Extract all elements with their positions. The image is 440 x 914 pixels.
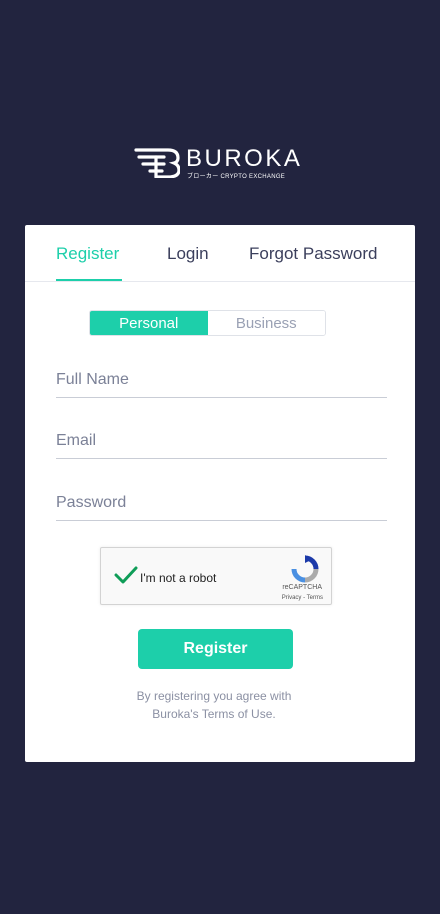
checkmark-icon[interactable]	[114, 565, 138, 585]
email-input[interactable]	[56, 419, 387, 458]
personal-option[interactable]: Personal	[90, 311, 208, 335]
brand-name: BUROKA	[186, 145, 303, 172]
register-button[interactable]: Register	[138, 629, 293, 669]
recaptcha-links[interactable]: Privacy - Terms	[282, 595, 323, 601]
password-input[interactable]	[56, 481, 387, 520]
tab-forgot-password[interactable]: Forgot Password	[249, 244, 378, 264]
full-name-input[interactable]	[56, 358, 387, 397]
password-field	[56, 481, 387, 521]
tab-register[interactable]: Register	[56, 244, 119, 264]
auth-card: Register Login Forgot Password Personal …	[25, 225, 415, 762]
full-name-field	[56, 358, 387, 398]
recaptcha-label: I'm not a robot	[140, 571, 217, 585]
recaptcha-logo-icon	[291, 555, 319, 583]
tab-login[interactable]: Login	[167, 244, 209, 264]
terms-notice: By registering you agree with Buroka's T…	[25, 687, 403, 723]
page: BUROKA ブローカー CRYPTO EXCHANGE Register Lo…	[0, 0, 440, 914]
active-tab-indicator	[56, 279, 122, 281]
brand-logo: BUROKA ブローカー CRYPTO EXCHANGE	[134, 146, 314, 180]
account-type-toggle: Personal Business	[89, 310, 326, 336]
auth-tabs: Register Login Forgot Password	[25, 225, 415, 282]
recaptcha-brand: reCAPTCHA	[282, 584, 322, 591]
recaptcha-widget: I'm not a robot reCAPTCHA Privacy - Term…	[100, 547, 332, 605]
brand-tagline: ブローカー CRYPTO EXCHANGE	[187, 174, 286, 180]
terms-line-1: By registering you agree with	[136, 689, 292, 703]
wing-logo-icon	[134, 148, 180, 178]
business-option[interactable]: Business	[207, 311, 325, 335]
email-field	[56, 419, 387, 459]
terms-line-2[interactable]: Buroka's Terms of Use.	[25, 705, 403, 723]
